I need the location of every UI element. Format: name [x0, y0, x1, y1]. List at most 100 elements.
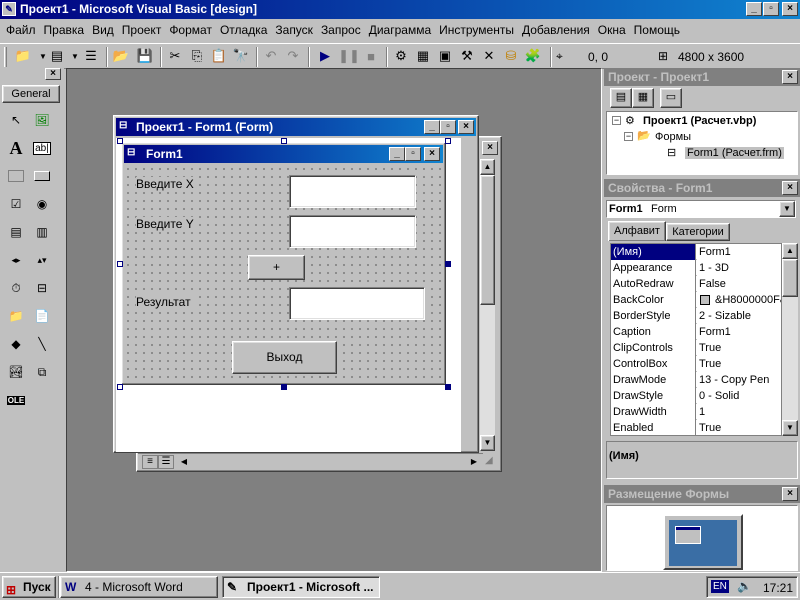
- scroll-down-icon[interactable]: ▼: [782, 420, 798, 436]
- form1-window[interactable]: ⊟ Form1 _ ▫ × Введите X Введите Y + Резу…: [121, 142, 446, 385]
- menu-query[interactable]: Запрос: [317, 21, 365, 39]
- menu-window[interactable]: Окна: [594, 21, 630, 39]
- property-row[interactable]: BorderStyle 2 - Sizable: [611, 308, 781, 324]
- drivelistbox-tool-icon[interactable]: ⊟: [30, 276, 54, 300]
- resize-handle[interactable]: [117, 138, 123, 144]
- designer-vertical-scrollbar[interactable]: ▲ ▼: [479, 158, 496, 452]
- designer-close-button[interactable]: ×: [458, 120, 474, 134]
- procedure-view-icon[interactable]: ≡: [142, 455, 158, 469]
- full-module-view-icon[interactable]: ☰: [158, 455, 174, 469]
- resize-handle[interactable]: [445, 384, 451, 390]
- toolbox-icon[interactable]: ✕: [478, 45, 500, 67]
- object-selector[interactable]: Form1 Form ▼: [606, 200, 796, 218]
- properties-window-icon[interactable]: ▦: [412, 45, 434, 67]
- filelistbox-tool-icon[interactable]: 📄: [30, 304, 54, 328]
- menu-debug[interactable]: Отладка: [216, 21, 271, 39]
- tree-collapse-icon[interactable]: −: [624, 132, 633, 141]
- language-indicator[interactable]: EN: [711, 580, 729, 593]
- pointer-tool-icon[interactable]: ↖: [4, 108, 28, 132]
- start-button[interactable]: ⊞ Пуск: [2, 576, 56, 598]
- task-word[interactable]: W 4 - Microsoft Word: [60, 576, 218, 598]
- menu-file[interactable]: Файл: [2, 21, 40, 39]
- form-layout-close-button[interactable]: ×: [782, 487, 798, 501]
- resize-handle[interactable]: [117, 384, 123, 390]
- designer-minimize-button[interactable]: _: [424, 120, 440, 134]
- tree-root[interactable]: Проект1 (Расчет.vbp): [643, 115, 756, 127]
- tree-collapse-icon[interactable]: −: [612, 116, 621, 125]
- shape-tool-icon[interactable]: ◆: [4, 332, 28, 356]
- component-manager-icon[interactable]: 🧩: [522, 45, 544, 67]
- label-input-x[interactable]: Введите X: [136, 177, 198, 191]
- minimize-button[interactable]: _: [746, 2, 762, 16]
- optionbutton-tool-icon[interactable]: ◉: [30, 192, 54, 216]
- resize-handle[interactable]: [117, 261, 123, 267]
- save-icon[interactable]: 💾: [134, 45, 156, 67]
- cut-icon[interactable]: ✂: [164, 45, 186, 67]
- property-row[interactable]: BackColor &H8000000F&: [611, 292, 781, 308]
- dirlistbox-tool-icon[interactable]: 📁: [4, 304, 28, 328]
- property-row[interactable]: Appearance 1 - 3D: [611, 260, 781, 276]
- add-project-icon[interactable]: 📁: [12, 45, 34, 67]
- volume-icon[interactable]: 🔈: [737, 579, 752, 593]
- form1-minimize-button[interactable]: _: [389, 147, 405, 161]
- form1-client-area[interactable]: Введите X Введите Y + Результат Выход: [124, 165, 443, 382]
- combobox-tool-icon[interactable]: ▤: [4, 220, 28, 244]
- resize-handle[interactable]: [445, 138, 451, 144]
- scroll-up-icon[interactable]: ▲: [480, 159, 495, 175]
- designer-maximize-button[interactable]: ▫: [440, 120, 456, 134]
- toggle-folders-icon[interactable]: ▭: [660, 88, 682, 108]
- property-row[interactable]: AutoRedraw False: [611, 276, 781, 292]
- project-panel-title[interactable]: Проект - Проект1 ×: [604, 68, 800, 86]
- resize-handle[interactable]: [445, 261, 451, 267]
- menu-addins[interactable]: Добавления: [518, 21, 594, 39]
- form-layout-icon[interactable]: ▣: [434, 45, 456, 67]
- data-tool-icon[interactable]: ⧉: [30, 360, 54, 384]
- run-icon[interactable]: ▶: [314, 45, 336, 67]
- form1-titlebar[interactable]: ⊟ Form1 _ ▫ ×: [124, 145, 443, 163]
- hscrollbar-tool-icon[interactable]: ◂▸: [4, 248, 28, 272]
- property-row[interactable]: DrawMode 13 - Copy Pen: [611, 372, 781, 388]
- task-vb-active[interactable]: ✎ Проект1 - Microsoft ...: [222, 576, 380, 598]
- menu-view[interactable]: Вид: [88, 21, 118, 39]
- toolbox-tab-general[interactable]: General: [2, 85, 60, 103]
- menu-format[interactable]: Формат: [165, 21, 216, 39]
- label-result[interactable]: Результат: [136, 295, 195, 309]
- property-row[interactable]: Caption Form1: [611, 324, 781, 340]
- resize-grip-icon[interactable]: ◢: [485, 455, 493, 466]
- form-layout-panel-title[interactable]: Размещение Формы ×: [604, 485, 800, 503]
- timer-tool-icon[interactable]: ⏱: [4, 276, 28, 300]
- textbox-x[interactable]: [289, 175, 416, 208]
- tree-item-form1[interactable]: Form1 (Расчет.frm): [685, 147, 784, 159]
- textbox-result[interactable]: [289, 287, 425, 320]
- property-row[interactable]: ControlBox True: [611, 356, 781, 372]
- line-tool-icon[interactable]: ╲: [30, 332, 54, 356]
- image-tool-icon[interactable]: 🏞: [4, 360, 28, 384]
- menu-project[interactable]: Проект: [118, 21, 166, 39]
- listbox-tool-icon[interactable]: ▥: [30, 220, 54, 244]
- view-code-icon[interactable]: ▤: [610, 88, 632, 108]
- property-row[interactable]: DrawStyle 0 - Solid: [611, 388, 781, 404]
- exit-button[interactable]: Выход: [232, 341, 337, 374]
- find-icon[interactable]: 🔭: [230, 45, 252, 67]
- resize-handle[interactable]: [281, 138, 287, 144]
- form1-maximize-button[interactable]: ▫: [405, 147, 421, 161]
- plus-button[interactable]: +: [248, 255, 305, 280]
- menu-run[interactable]: Запуск: [271, 21, 317, 39]
- toolbox-header[interactable]: ×: [0, 68, 64, 80]
- chevron-down-icon[interactable]: ▼: [779, 201, 795, 217]
- tab-categorized[interactable]: Категории: [666, 223, 730, 241]
- clock[interactable]: 17:21: [763, 581, 793, 595]
- tree-folder[interactable]: Формы: [655, 131, 691, 143]
- copy-icon[interactable]: ⎘: [186, 45, 208, 67]
- tab-alphabetic[interactable]: Алфавит: [608, 221, 666, 241]
- textbox-y[interactable]: [289, 215, 416, 248]
- paste-icon[interactable]: 📋: [208, 45, 230, 67]
- textbox-tool-icon[interactable]: ab|: [30, 136, 54, 160]
- view-object-icon[interactable]: ▦: [632, 88, 654, 108]
- undo-icon[interactable]: ↶: [260, 45, 282, 67]
- form1-close-button[interactable]: ×: [424, 147, 440, 161]
- commandbutton-tool-icon[interactable]: [30, 164, 54, 188]
- scroll-right-icon[interactable]: ▶: [466, 455, 482, 469]
- main-titlebar[interactable]: ✎ Проект1 - Microsoft Visual Basic [desi…: [0, 0, 800, 19]
- label-input-y[interactable]: Введите Y: [136, 217, 198, 231]
